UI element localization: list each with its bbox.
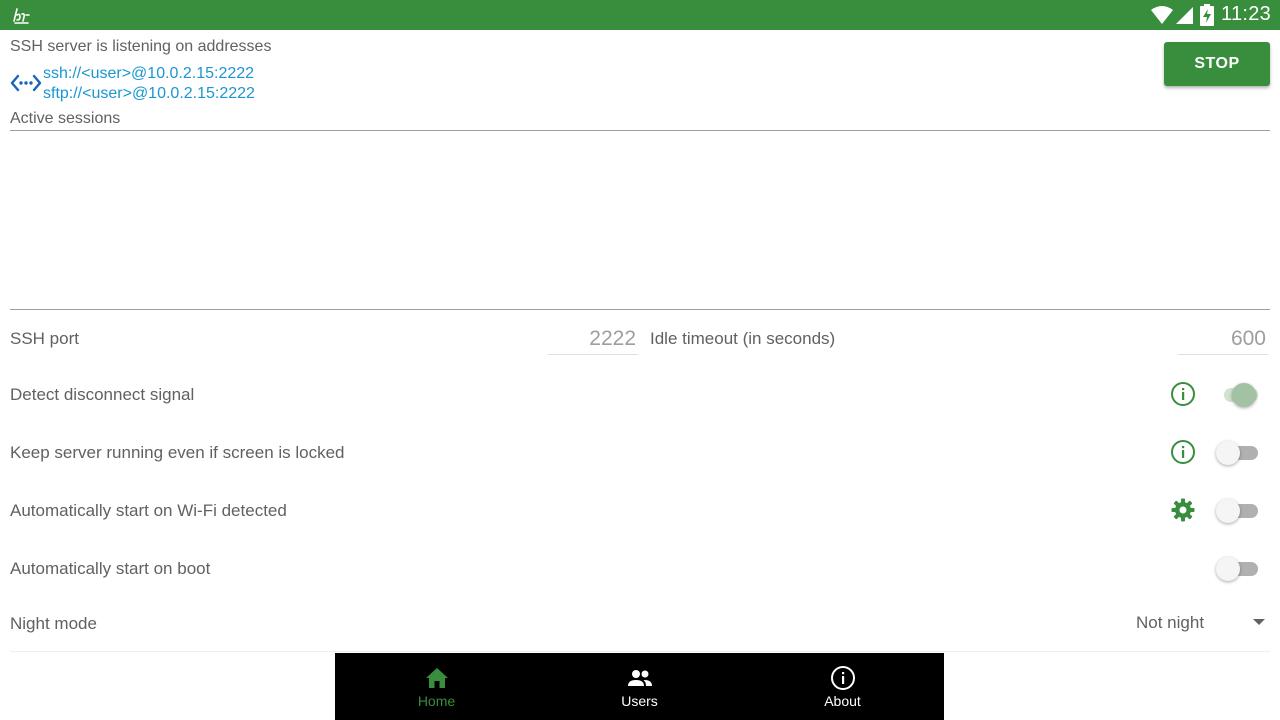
nav-home-label: Home — [417, 693, 456, 709]
info-icon[interactable] — [1170, 439, 1196, 465]
idle-timeout-input[interactable] — [1178, 326, 1268, 355]
keep-running-locked-toggle[interactable] — [1216, 439, 1260, 467]
gear-icon[interactable] — [1170, 497, 1196, 523]
nav-users[interactable]: Users — [538, 653, 741, 720]
toggle-thumb — [1216, 557, 1240, 581]
clock-time: 11:23 — [1221, 3, 1272, 25]
stop-server-button[interactable]: STOP — [1164, 42, 1270, 86]
users-icon — [627, 670, 652, 686]
sessions-bottom-divider — [10, 309, 1270, 310]
info-icon — [830, 666, 855, 690]
toggle-thumb — [1232, 383, 1256, 407]
detect-disconnect-toggle[interactable] — [1216, 381, 1260, 409]
wifi-icon — [1151, 6, 1173, 24]
chevron-down-icon — [1253, 619, 1265, 625]
night-mode-value: Not night — [1136, 613, 1205, 632]
nav-home[interactable]: Home — [335, 653, 538, 720]
share-address-icon[interactable] — [10, 70, 42, 96]
signal-icon — [1176, 7, 1193, 24]
autostart-wifi-toggle[interactable] — [1216, 497, 1260, 525]
night-mode-select[interactable]: Not night — [1130, 606, 1270, 640]
keep-running-locked-label: Keep server running even if screen is lo… — [10, 443, 345, 462]
nav-about-label: About — [824, 693, 861, 709]
idle-timeout-label: Idle timeout (in seconds) — [650, 329, 836, 348]
info-icon[interactable] — [1170, 381, 1196, 407]
nav-about[interactable]: About — [741, 653, 944, 720]
detect-disconnect-label: Detect disconnect signal — [10, 385, 195, 404]
ssh-port-label: SSH port — [10, 329, 79, 348]
autostart-boot-toggle[interactable] — [1216, 555, 1260, 583]
battery-charging-icon — [1200, 4, 1214, 26]
home-icon — [425, 668, 448, 688]
toggle-thumb — [1216, 441, 1240, 465]
nav-users-label: Users — [621, 693, 658, 709]
status-bar: 11:23 — [0, 0, 1280, 30]
ssh-address-link[interactable]: ssh://<user>@10.0.2.15:2222 — [43, 65, 254, 83]
active-sessions-label: Active sessions — [10, 110, 121, 127]
ssh-port-input[interactable] — [548, 326, 638, 355]
bottom-navigation: Home Users About — [335, 653, 944, 720]
night-mode-label: Night mode — [10, 614, 97, 633]
app-logo-icon — [13, 8, 30, 24]
autostart-boot-label: Automatically start on boot — [10, 559, 211, 578]
autostart-wifi-label: Automatically start on Wi-Fi detected — [10, 501, 287, 520]
active-sessions-list — [10, 131, 1270, 309]
sftp-address-link[interactable]: sftp://<user>@10.0.2.15:2222 — [43, 85, 255, 103]
night-mode-divider — [10, 651, 1270, 652]
listening-label: SSH server is listening on addresses — [10, 38, 272, 55]
toggle-thumb — [1216, 499, 1240, 523]
